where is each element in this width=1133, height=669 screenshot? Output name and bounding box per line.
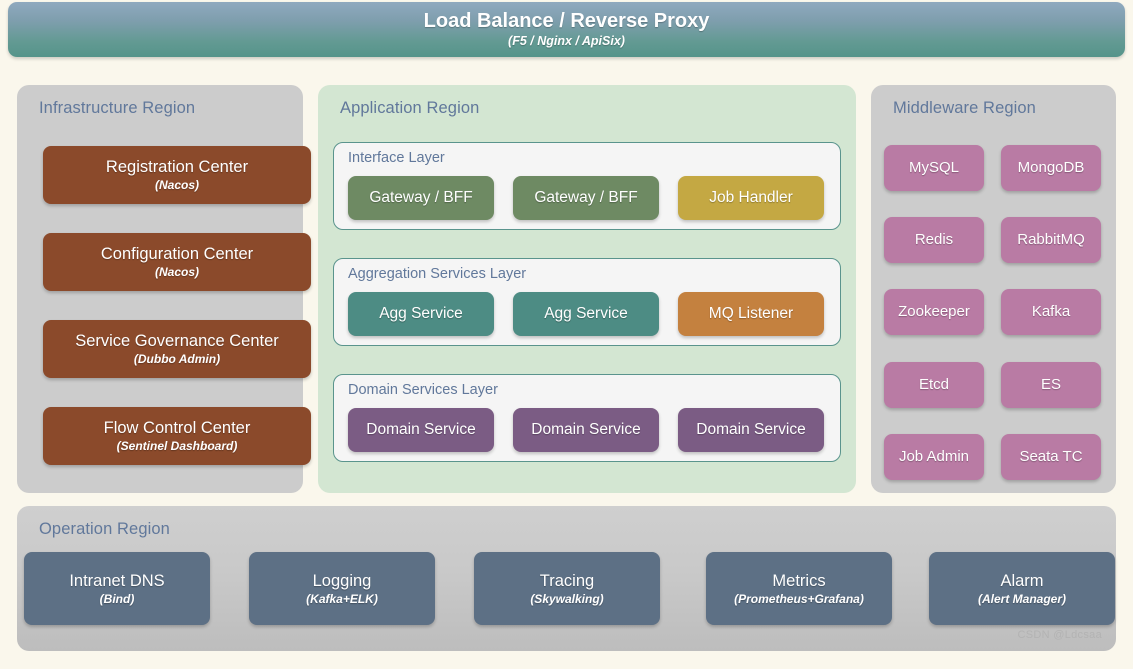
node-label: Job Admin bbox=[898, 448, 970, 465]
node-label: Registration Center bbox=[105, 158, 249, 176]
node-job-admin[interactable]: Job Admin bbox=[884, 434, 984, 480]
node-domain-service-1[interactable]: Domain Service bbox=[348, 408, 494, 452]
infrastructure-region: Infrastructure Region Registration Cente… bbox=[17, 85, 311, 493]
node-mysql[interactable]: MySQL bbox=[884, 145, 984, 191]
node-job-handler[interactable]: Job Handler bbox=[678, 176, 824, 220]
node-label: Domain Service bbox=[696, 421, 806, 438]
node-sublabel: (Nacos) bbox=[154, 265, 199, 279]
node-gateway-bff-1[interactable]: Gateway / BFF bbox=[348, 176, 494, 220]
banner-title: Load Balance / Reverse Proxy bbox=[423, 10, 710, 32]
node-label: Logging bbox=[312, 571, 372, 590]
node-agg-service-1[interactable]: Agg Service bbox=[348, 292, 494, 336]
node-logging[interactable]: Logging (Kafka+ELK) bbox=[249, 552, 435, 625]
node-label: RabbitMQ bbox=[1017, 231, 1085, 248]
infrastructure-region-title: Infrastructure Region bbox=[39, 99, 196, 117]
node-sublabel: (Kafka+ELK) bbox=[306, 591, 378, 606]
aggregation-services-layer-panel: Aggregation Services Layer Agg Service A… bbox=[333, 258, 841, 346]
node-label: Redis bbox=[914, 231, 954, 248]
node-alarm[interactable]: Alarm (Alert Manager) bbox=[929, 552, 1115, 625]
domain-services-layer-panel: Domain Services Layer Domain Service Dom… bbox=[333, 374, 841, 462]
interface-layer-title: Interface Layer bbox=[348, 150, 445, 166]
node-mq-listener[interactable]: MQ Listener bbox=[678, 292, 824, 336]
node-zookeeper[interactable]: Zookeeper bbox=[884, 289, 984, 335]
node-label: Metrics bbox=[772, 571, 826, 590]
node-label: Flow Control Center bbox=[103, 419, 251, 437]
node-label: Kafka bbox=[1031, 303, 1071, 320]
domain-services-layer-title: Domain Services Layer bbox=[348, 382, 498, 398]
node-kafka[interactable]: Kafka bbox=[1001, 289, 1101, 335]
node-seata-tc[interactable]: Seata TC bbox=[1001, 434, 1101, 480]
node-rabbitmq[interactable]: RabbitMQ bbox=[1001, 217, 1101, 263]
node-sublabel: (Alert Manager) bbox=[977, 591, 1066, 606]
node-label: Agg Service bbox=[379, 305, 463, 322]
node-label: Service Governance Center bbox=[75, 332, 279, 350]
application-region-title: Application Region bbox=[340, 99, 480, 117]
node-label: Agg Service bbox=[544, 305, 628, 322]
load-balancer-banner: Load Balance / Reverse Proxy (F5 / Nginx… bbox=[8, 2, 1125, 57]
node-sublabel: (Nacos) bbox=[154, 178, 199, 192]
watermark: CSDN @Ldcsaa bbox=[1017, 629, 1102, 641]
node-label: Alarm bbox=[1000, 571, 1044, 590]
node-domain-service-2[interactable]: Domain Service bbox=[513, 408, 659, 452]
node-label: ES bbox=[1040, 376, 1061, 393]
node-es[interactable]: ES bbox=[1001, 362, 1101, 408]
node-gateway-bff-2[interactable]: Gateway / BFF bbox=[513, 176, 659, 220]
node-sublabel: (Sentinel Dashboard) bbox=[116, 439, 238, 453]
node-registration-center[interactable]: Registration Center (Nacos) bbox=[43, 146, 311, 204]
node-intranet-dns[interactable]: Intranet DNS (Bind) bbox=[24, 552, 210, 625]
node-label: Configuration Center bbox=[100, 245, 254, 263]
banner-subtitle: (F5 / Nginx / ApiSix) bbox=[508, 34, 625, 48]
node-metrics[interactable]: Metrics (Prometheus+Grafana) bbox=[706, 552, 892, 625]
aggregation-services-layer-title: Aggregation Services Layer bbox=[348, 266, 527, 282]
node-tracing[interactable]: Tracing (Skywalking) bbox=[474, 552, 660, 625]
node-label: Domain Service bbox=[366, 421, 476, 438]
node-domain-service-3[interactable]: Domain Service bbox=[678, 408, 824, 452]
node-redis[interactable]: Redis bbox=[884, 217, 984, 263]
node-label: MySQL bbox=[908, 159, 959, 176]
node-agg-service-2[interactable]: Agg Service bbox=[513, 292, 659, 336]
node-sublabel: (Skywalking) bbox=[530, 591, 604, 606]
middleware-region-title: Middleware Region bbox=[893, 99, 1036, 117]
node-service-governance-center[interactable]: Service Governance Center (Dubbo Admin) bbox=[43, 320, 311, 378]
node-label: Etcd bbox=[918, 376, 949, 393]
node-label: Intranet DNS bbox=[69, 571, 165, 590]
node-sublabel: (Bind) bbox=[99, 591, 135, 606]
operation-region-title: Operation Region bbox=[39, 520, 170, 538]
node-sublabel: (Dubbo Admin) bbox=[133, 352, 221, 366]
node-configuration-center[interactable]: Configuration Center (Nacos) bbox=[43, 233, 311, 291]
node-label: Gateway / BFF bbox=[369, 189, 473, 206]
node-mongodb[interactable]: MongoDB bbox=[1001, 145, 1101, 191]
node-etcd[interactable]: Etcd bbox=[884, 362, 984, 408]
interface-layer-panel: Interface Layer Gateway / BFF Gateway / … bbox=[333, 142, 841, 230]
node-sublabel: (Prometheus+Grafana) bbox=[734, 591, 864, 606]
node-label: Job Handler bbox=[709, 189, 793, 206]
node-label: MongoDB bbox=[1017, 159, 1085, 176]
node-label: Domain Service bbox=[531, 421, 641, 438]
node-label: MQ Listener bbox=[708, 305, 794, 322]
node-label: Gateway / BFF bbox=[534, 189, 638, 206]
node-label: Seata TC bbox=[1019, 448, 1083, 465]
node-flow-control-center[interactable]: Flow Control Center (Sentinel Dashboard) bbox=[43, 407, 311, 465]
node-label: Zookeeper bbox=[898, 303, 970, 320]
node-label: Tracing bbox=[539, 571, 595, 590]
